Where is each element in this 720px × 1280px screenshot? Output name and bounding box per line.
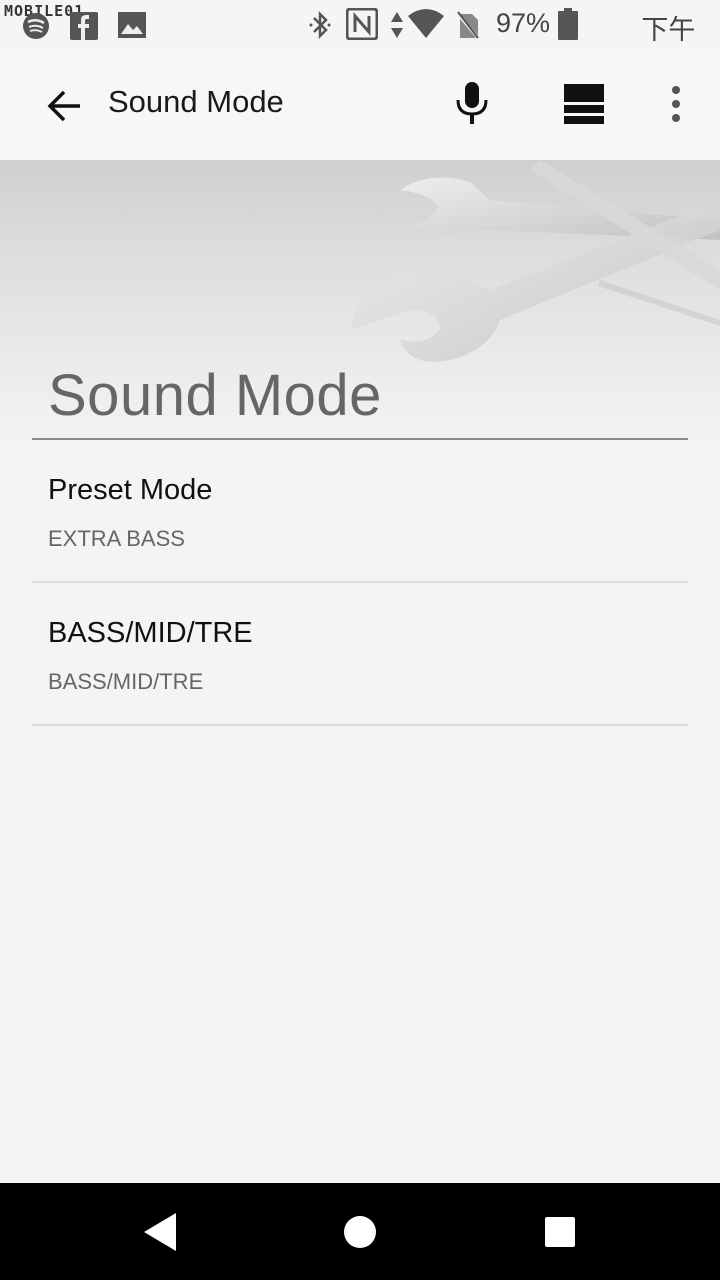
setting-value: BASS/MID/TRE bbox=[48, 669, 204, 694]
nav-home-button[interactable] bbox=[342, 1214, 378, 1250]
spotify-icon bbox=[23, 13, 49, 39]
home-circle-icon bbox=[344, 1216, 376, 1248]
recents-square-icon bbox=[545, 1217, 575, 1247]
list-view-button[interactable] bbox=[562, 82, 606, 126]
wrench-illustration bbox=[350, 160, 720, 362]
hero-title: Sound Mode bbox=[48, 363, 382, 428]
setting-title: BASS/MID/TRE bbox=[48, 617, 253, 649]
setting-bass-mid-tre[interactable]: BASS/MID/TRE BASS/MID/TRE bbox=[32, 583, 688, 726]
more-vert-icon bbox=[672, 86, 680, 122]
back-button[interactable] bbox=[44, 86, 84, 126]
setting-value: EXTRA BASS bbox=[48, 526, 185, 551]
back-arrow-icon bbox=[47, 90, 80, 122]
no-sim-icon bbox=[456, 11, 480, 40]
voice-button[interactable] bbox=[452, 80, 492, 126]
wifi-icon bbox=[408, 9, 444, 38]
app-bar-title: Sound Mode bbox=[108, 84, 284, 119]
image-icon bbox=[118, 12, 146, 38]
hero-banner: Sound Mode bbox=[0, 160, 720, 450]
facebook-icon bbox=[70, 12, 98, 40]
microphone-icon bbox=[456, 82, 488, 124]
battery-percent: 97% bbox=[495, 8, 550, 38]
more-options-button[interactable] bbox=[664, 84, 688, 124]
list-view-icon bbox=[564, 84, 604, 124]
settings-list: Preset Mode EXTRA BASS BASS/MID/TRE BASS… bbox=[0, 440, 720, 726]
app-bar: Sound Mode bbox=[0, 50, 720, 160]
status-bar: MOBILE01 97% 下午 bbox=[0, 0, 720, 78]
navigation-bar bbox=[0, 1183, 720, 1280]
battery-icon bbox=[558, 8, 578, 40]
nav-recents-button[interactable] bbox=[544, 1216, 576, 1248]
setting-title: Preset Mode bbox=[48, 474, 213, 506]
nav-back-button[interactable] bbox=[140, 1211, 180, 1253]
nfc-icon bbox=[346, 8, 378, 40]
data-arrows-icon bbox=[391, 12, 403, 38]
setting-preset-mode[interactable]: Preset Mode EXTRA BASS bbox=[32, 440, 688, 583]
bluetooth-icon bbox=[309, 10, 331, 40]
back-triangle-icon bbox=[144, 1213, 176, 1251]
